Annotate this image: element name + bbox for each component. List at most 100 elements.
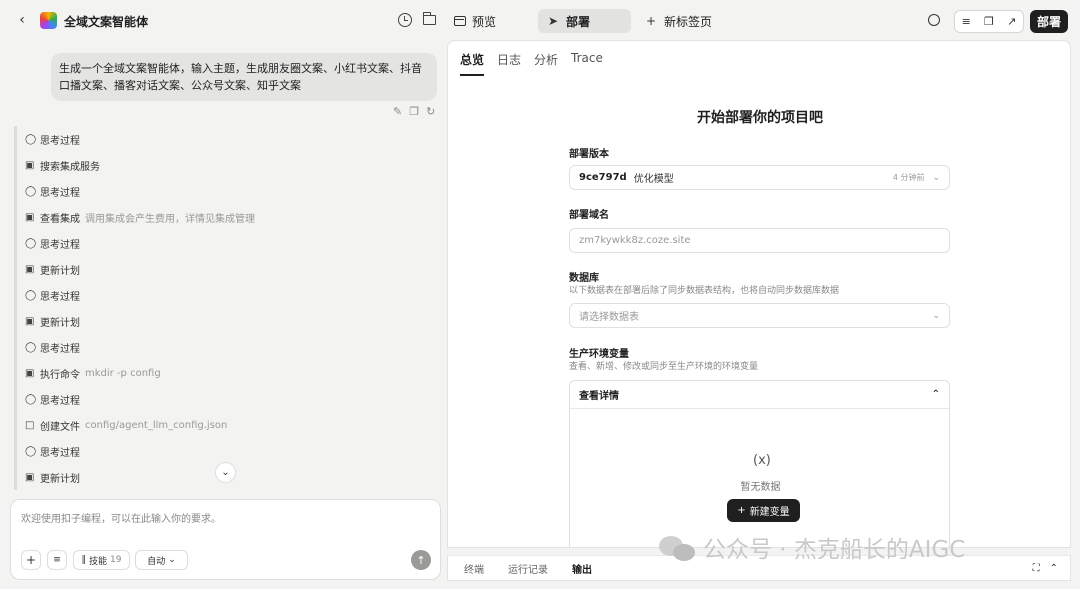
theme-sun-icon[interactable] [928,14,940,26]
step-item[interactable]: ▣ 搜索集成服务 [14,152,434,178]
database-select[interactable]: 请选择数据表 ⌄ [569,303,950,328]
tab-overview[interactable]: 总览 [460,51,485,76]
chevron-up-icon: ⌃ [931,389,940,400]
version-select[interactable]: 9ce797d 优化模型 4 分钟前 ⌄ [569,165,950,190]
terminal-icon: ▣ [25,211,35,223]
rocket-icon: ➤ [547,14,559,28]
terminal-icon: ▣ [25,367,35,379]
arrow-up-icon: ↑ [416,553,426,567]
tab-terminal[interactable]: 终端 [464,561,484,576]
plus-icon: + [645,14,657,28]
tab-analytics[interactable]: 分析 [534,51,558,76]
step-item[interactable]: ▣ 更新计划 [14,308,434,334]
app-title[interactable]: 全域文案智能体 [64,13,148,30]
wechat-logo-icon [657,532,697,562]
message-actions: ✎ ❐ ↻ [393,105,435,118]
domain-label: 部署域名 [569,210,609,221]
back-arrow-icon[interactable]: ‹ [14,12,30,28]
env-vars-box: 查看详情 ⌃ (x) 暂无数据 + 新建变量 [569,380,950,547]
bulb-icon: ◯ [25,393,37,405]
env-label: 生产环境变量 [569,349,629,360]
edit-icon[interactable]: ✎ [393,105,402,118]
settings-button[interactable]: ≡ [47,550,67,570]
tab-deploy[interactable]: ➤ 部署 [538,9,631,33]
tab-trace[interactable]: Trace [571,51,603,76]
copy-icon[interactable]: ❐ [984,15,994,28]
chat-input[interactable] [21,510,431,540]
skill-button[interactable]: ‖ 技能 19 [73,550,130,570]
external-link-icon[interactable]: ↗ [1007,15,1016,28]
refresh-icon[interactable]: ↻ [426,105,435,118]
step-item[interactable]: ◯ 思考过程 [14,178,434,204]
database-label: 数据库 [569,273,599,284]
page-title: 开始部署你的项目吧 [697,110,823,126]
window-icon [454,16,466,26]
step-item[interactable]: ▣ 执行命令 mkdir -p config [14,360,434,386]
env-details-toggle[interactable]: 查看详情 ⌃ [570,381,949,409]
history-icon[interactable] [398,13,412,27]
new-variable-label: 新建变量 [749,507,790,518]
bulb-icon: ◯ [25,237,37,249]
collapse-up-icon[interactable]: ⌃ [1050,563,1058,574]
toolbar-group: ≡ ❐ ↗ [954,10,1024,33]
bulb-icon: ◯ [25,341,37,353]
step-item[interactable]: ▣ 更新计划 [14,256,434,282]
env-view-label: 查看详情 [579,391,619,402]
terminal-icon: ▣ [25,159,35,171]
tab-preview[interactable]: 预览 [446,9,504,33]
tab-logs[interactable]: 日志 [497,51,521,76]
database-desc: 以下数据表在部署后除了同步数据表结构，也将自动同步数据库数据 [569,286,840,296]
skill-count: 19 [110,555,122,565]
new-variable-button[interactable]: + 新建变量 [727,499,800,522]
scroll-down-button[interactable]: ⌄ [215,462,236,483]
database-placeholder: 请选择数据表 [579,312,639,323]
bulb-icon: ◯ [25,445,37,457]
tab-output[interactable]: 输出 [572,561,592,576]
step-item[interactable]: ▣ 查看集成 调用集成会产生费用，详情见集成管理 [14,204,434,230]
step-item[interactable]: ◯ 思考过程 [14,438,434,464]
tab-preview-label: 预览 [472,14,497,29]
bulb-icon: ◯ [25,185,37,197]
chevron-down-icon: ⌄ [221,467,230,478]
version-name: 优化模型 [633,174,674,185]
step-item[interactable]: ◯ 思考过程 [14,334,434,360]
user-message: 生成一个全域文案智能体，输入主题，生成朋友圈文案、小红书文案、抖音口播文案、播客… [51,53,437,101]
bulb-icon: ◯ [25,289,37,301]
chat-input-box: + ≡ ‖ 技能 19 自动 ⌄ ↑ [10,499,441,580]
step-item[interactable]: □ 创建文件 config/agent_llm_config.json [14,412,434,438]
settings-sliders-icon[interactable]: ≡ [962,15,971,28]
empty-variable-icon: (x) [753,453,771,468]
terminal-icon: ▣ [25,315,35,327]
folder-icon[interactable] [422,12,436,25]
chevron-down-icon: ⌄ [168,555,176,565]
step-item[interactable]: ◯ 思考过程 [14,126,434,152]
watermark-text: 公众号 · 杰克船长的AIGC [703,537,966,563]
deploy-button[interactable]: 部署 [1030,10,1068,33]
step-item[interactable]: ◯ 思考过程 [14,386,434,412]
top-bar: ‹ 全域文案智能体 ⌄ 预览 ➤ 部署 + 新标签页 ≡ ❐ ↗ 部署 [0,0,1080,40]
fullscreen-icon[interactable]: ⛶ [1033,563,1040,574]
panel-tabs: 总览 日志 分析 Trace [460,51,603,76]
skill-label: 技能 [89,556,108,567]
env-desc: 查看、新增、修改或同步至生产环境的环境变量 [569,362,759,372]
mode-select[interactable]: 自动 ⌄ [135,550,188,570]
chevron-down-icon: ⌄ [932,172,940,183]
step-item[interactable]: ◯ 思考过程 [14,282,434,308]
step-item[interactable]: ◯ 思考过程 [14,230,434,256]
version-id: 9ce797d [579,172,627,183]
copy-icon[interactable]: ❐ [409,105,419,118]
terminal-icon: ▣ [25,263,35,275]
empty-text: 暂无数据 [740,482,781,493]
tab-run-history[interactable]: 运行记录 [508,561,548,576]
domain-field[interactable]: zm7kywkk8z.coze.site [569,228,950,253]
file-icon: □ [25,419,35,431]
books-icon: ‖ [81,555,87,565]
deploy-panel: 总览 日志 分析 Trace 开始部署你的项目吧 部署版本 9ce797d 优化… [447,40,1071,548]
add-button[interactable]: + [21,550,41,570]
mode-label: 自动 [147,556,166,567]
plus-icon: + [25,553,37,567]
chevron-down-icon[interactable]: ⌄ [141,12,150,25]
tab-new[interactable]: + 新标签页 [636,9,720,33]
chevron-down-icon: ⌄ [932,310,940,321]
send-button[interactable]: ↑ [411,550,431,570]
